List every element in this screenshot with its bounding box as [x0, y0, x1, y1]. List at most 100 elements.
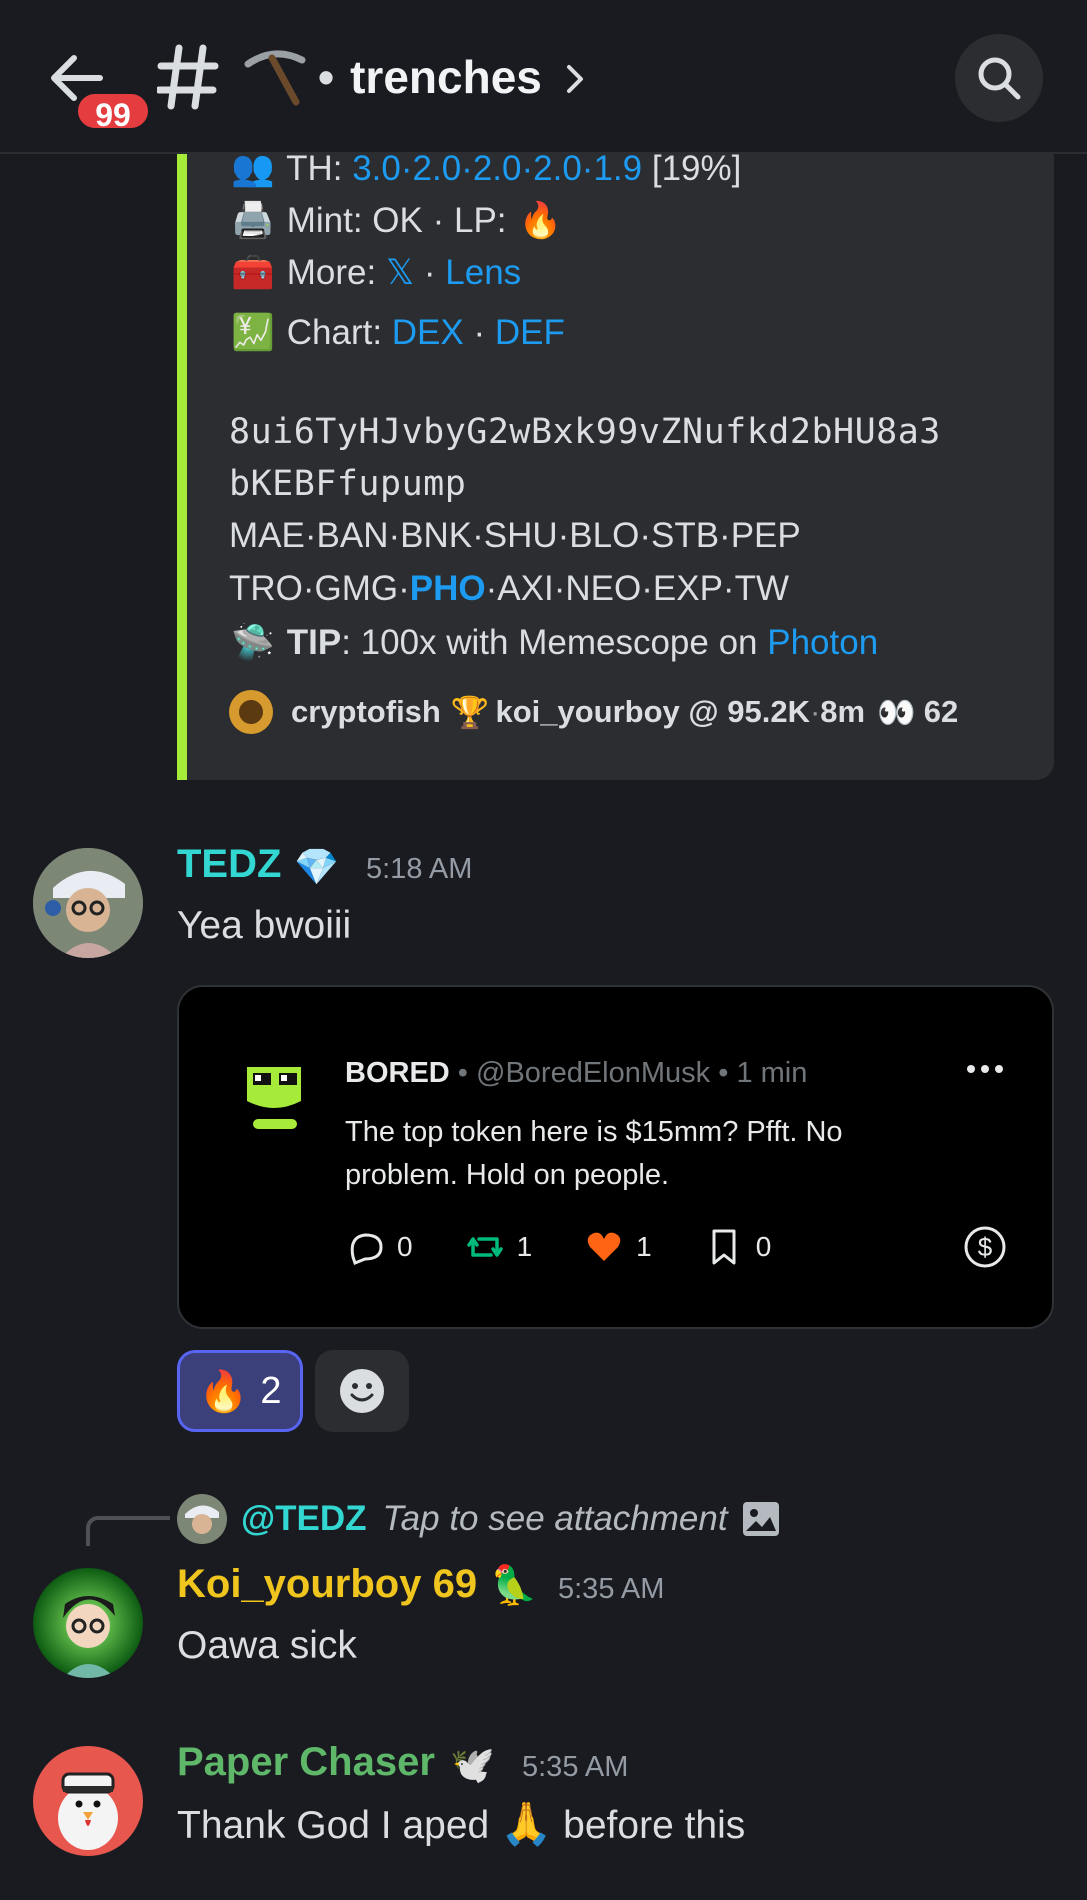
holders-line: 👥 TH: 3.0·2.0·2.0·2.0·1.9 [19%]: [229, 148, 741, 189]
timestamp: 5:35 AM: [522, 1751, 629, 1783]
retweet-icon: [466, 1237, 503, 1257]
footer-age: 8m: [820, 694, 866, 729]
tedz-avatar-art: [33, 848, 143, 958]
platform-links-row-2[interactable]: TRO·GMG·PHO·AXI·NEO·EXP·TW: [229, 569, 789, 609]
more-label: More:: [286, 253, 377, 292]
fire-icon: 🔥: [518, 201, 563, 240]
embed-footer: cryptofish 🏆 koi_yourboy @ 95.2K · 8m 👀 …: [229, 690, 958, 734]
username[interactable]: Paper Chaser: [177, 1740, 435, 1785]
tip-text: : 100x with Memescope on: [341, 623, 768, 662]
reply-hint: Tap to see attachment: [382, 1499, 728, 1538]
more-separator: ·: [423, 253, 436, 292]
message-text: Thank God I aped 🙏 before this: [177, 1800, 745, 1849]
toolbox-icon: 🧰: [231, 253, 275, 292]
holders-values[interactable]: 3.0·2.0·2.0·2.0·1.9: [352, 149, 642, 188]
more-options-icon[interactable]: [965, 1061, 1005, 1077]
message-text: Oawa sick: [177, 1624, 357, 1667]
chart-separator: ·: [473, 313, 486, 352]
contract-address-1[interactable]: 8ui6TyHJvbyG2wBxk99vZNufkd2bHU8a3: [229, 412, 941, 452]
message-text: Yea bwoiii: [177, 904, 352, 947]
reply-count: 0: [397, 1231, 413, 1262]
fire-icon: 🔥: [198, 1369, 249, 1414]
hash-icon: [155, 42, 219, 112]
channel-name[interactable]: • trenches: [318, 46, 542, 108]
message-text-after: before this: [552, 1804, 746, 1847]
mini-avatar: [177, 1494, 227, 1544]
chart-line: 💹 Chart: DEX · DEF: [229, 312, 565, 353]
avatar[interactable]: [33, 848, 143, 958]
heart-icon: [587, 1232, 621, 1261]
platform-links-row-1[interactable]: MAE·BAN·BNK·SHU·BLO·STB·PEP: [229, 516, 801, 556]
tweet-handle[interactable]: @BoredElonMusk: [476, 1057, 710, 1089]
tweet-age: 1 min: [736, 1057, 808, 1089]
tweet-text: The top token here is $15mm? Pfft. No pr…: [345, 1116, 843, 1191]
bookmark-icon: [712, 1229, 736, 1265]
timestamp: 5:18 AM: [366, 853, 473, 885]
username[interactable]: TEDZ: [177, 842, 281, 887]
smiley-icon: [340, 1369, 384, 1413]
tweet-embed[interactable]: BORED • @BoredElonMusk • 1 min The top t…: [177, 985, 1054, 1329]
dex-link[interactable]: DEX: [392, 313, 464, 352]
pray-icon: 🙏: [500, 1800, 553, 1847]
retweet-count: 1: [516, 1231, 533, 1262]
caller-info: koi_yourboy @ 95.2K: [495, 694, 810, 729]
svg-text:$: $: [978, 1232, 993, 1262]
avatar[interactable]: [33, 1568, 143, 1678]
search-button[interactable]: [955, 34, 1043, 122]
more-line: 🧰 More: 𝕏 · Lens: [229, 252, 521, 293]
bookmark-count: 0: [755, 1231, 772, 1262]
def-link[interactable]: DEF: [495, 313, 565, 352]
unread-badge: 99: [74, 90, 152, 133]
tip-line: 🛸 TIP: 100x with Memescope on Photon: [229, 622, 878, 663]
tweet-header: BORED • @BoredElonMusk • 1 min: [345, 1057, 807, 1090]
reply-mention[interactable]: @TEDZ: [241, 1499, 367, 1539]
avatar[interactable]: [33, 1746, 143, 1856]
bored-avatar-icon: [239, 1061, 309, 1129]
search-icon: [978, 57, 1021, 100]
ufo-icon: 🛸: [231, 623, 275, 662]
gem-badge-icon: 💎: [294, 846, 339, 887]
channel-header: 99 • trenches: [0, 0, 1087, 154]
reply-reference[interactable]: @TEDZ Tap to see attachment: [177, 1494, 780, 1544]
links-row-2-a[interactable]: TRO·GMG·: [229, 569, 410, 608]
dollar-icon[interactable]: $: [963, 1225, 1007, 1269]
contract-address-2[interactable]: bKEBFfupump: [229, 464, 466, 504]
chart-yen-icon: 💹: [231, 313, 275, 352]
mint-line: 🖨️ Mint: OK · LP: 🔥: [229, 200, 564, 241]
chart-label: Chart:: [286, 313, 383, 352]
paper-chaser-avatar-art: [33, 1746, 143, 1856]
image-icon: [742, 1502, 779, 1536]
add-reaction-button[interactable]: [315, 1350, 409, 1432]
token-embed: 👥 TH: 3.0·2.0·2.0·2.0·1.9 [19%] 🖨️ Mint:…: [177, 120, 1054, 780]
like-action[interactable]: 1: [584, 1227, 652, 1267]
tweet-separator: •: [457, 1057, 468, 1089]
holders-label: TH:: [286, 149, 343, 188]
reply-action[interactable]: 0: [345, 1227, 413, 1267]
people-icon: 👥: [231, 149, 275, 188]
lens-link[interactable]: Lens: [445, 253, 521, 292]
dove-badge-icon: 🕊️: [450, 1744, 495, 1785]
reply-spine: [86, 1516, 170, 1546]
photon-link[interactable]: Photon: [767, 623, 878, 662]
tweet-author-name[interactable]: BORED: [345, 1057, 450, 1089]
username[interactable]: Koi_yourboy 69: [177, 1562, 477, 1607]
mint-label: Mint: OK · LP:: [286, 201, 507, 240]
chevron-right-icon[interactable]: [564, 62, 586, 96]
holders-percent: [19%]: [651, 149, 742, 188]
x-link[interactable]: 𝕏: [386, 253, 414, 292]
retweet-action[interactable]: 1: [465, 1227, 533, 1267]
comment-icon: [350, 1233, 383, 1265]
caller-name: cryptofish: [291, 694, 441, 729]
links-row-2-b[interactable]: ·AXI·NEO·EXP·TW: [486, 569, 789, 608]
channel-name-text: trenches: [350, 51, 542, 103]
printer-icon: 🖨️: [231, 201, 275, 240]
timestamp: 5:35 AM: [558, 1573, 665, 1605]
bookmark-action[interactable]: 0: [704, 1227, 772, 1267]
footer-separator: ·: [809, 694, 821, 729]
footer-views: 62: [923, 694, 959, 729]
koi-avatar-art: [33, 1568, 143, 1678]
pho-link[interactable]: PHO: [410, 569, 486, 608]
message-text-before: Thank God I aped: [177, 1804, 501, 1847]
fire-reaction[interactable]: 🔥 2: [177, 1350, 303, 1432]
eyes-icon: 👀: [877, 694, 916, 730]
